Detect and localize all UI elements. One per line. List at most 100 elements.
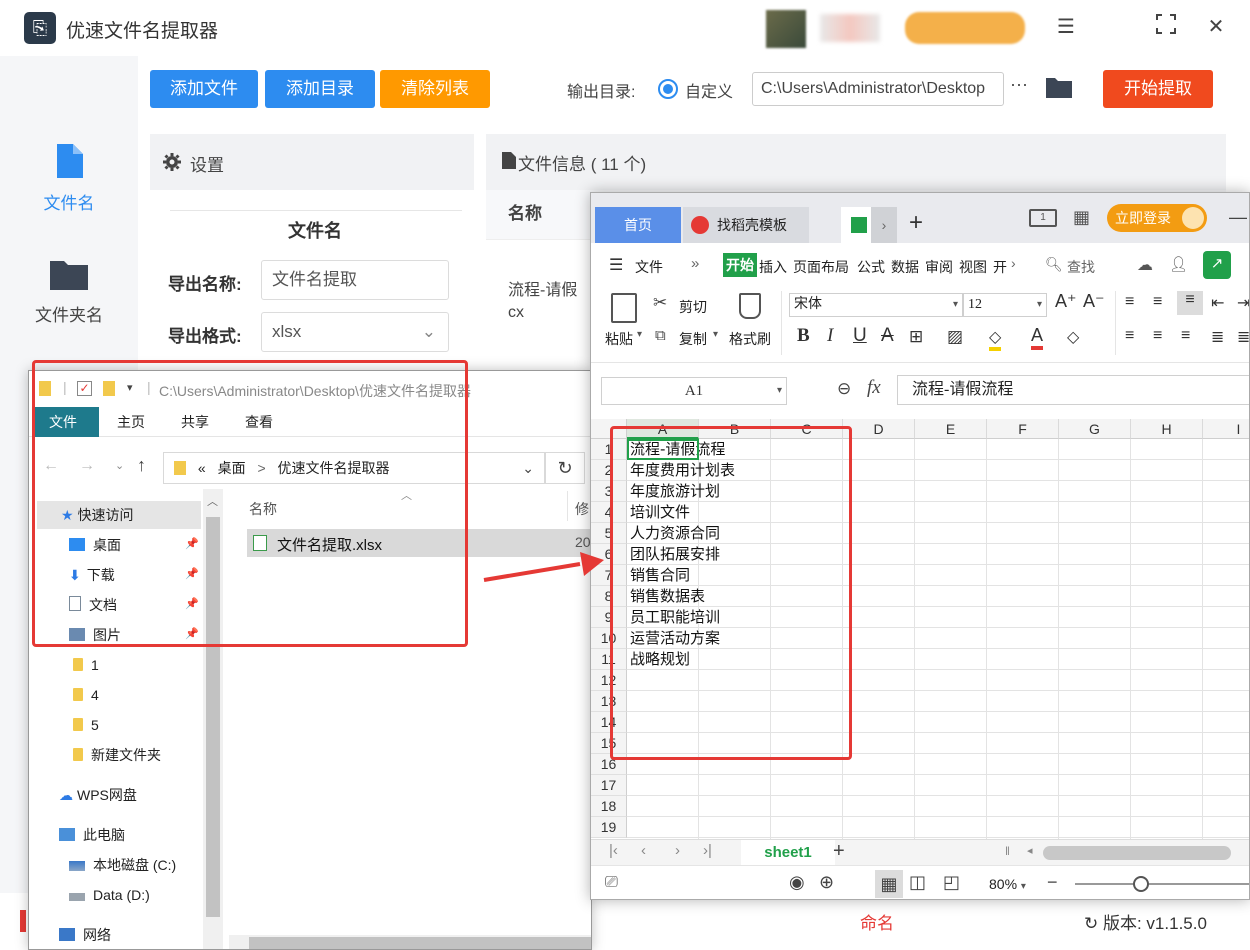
- cloud-sync-icon[interactable]: ☁: [1137, 255, 1153, 275]
- clear-list-button[interactable]: 清除列表: [380, 70, 490, 108]
- align-bottom-icon[interactable]: ≡: [1177, 291, 1203, 315]
- column-header[interactable]: G: [1059, 419, 1131, 439]
- add-sheet-icon[interactable]: +: [833, 840, 845, 863]
- row-header[interactable]: 19: [591, 817, 627, 838]
- next-sheet-icon[interactable]: ›: [675, 842, 680, 859]
- nav-item-drive-c[interactable]: 本地磁盘 (C:): [69, 851, 176, 879]
- underline-icon[interactable]: U: [853, 325, 867, 347]
- zoom-slider-handle[interactable]: [1133, 876, 1149, 892]
- eye-protection-icon[interactable]: ◉: [789, 872, 805, 893]
- menu-file[interactable]: 文件: [635, 257, 663, 277]
- format-painter-button[interactable]: 格式刷: [729, 329, 771, 349]
- macro-icon[interactable]: ⎚: [605, 874, 618, 892]
- close-icon[interactable]: ✕: [1204, 14, 1228, 39]
- custom-radio[interactable]: [658, 79, 678, 99]
- tab-spreadsheet[interactable]: [841, 207, 871, 243]
- align-center-icon[interactable]: ≡: [1153, 327, 1162, 345]
- search-icon[interactable]: 🔍︎: [1045, 256, 1063, 273]
- column-header[interactable]: I: [1203, 419, 1249, 439]
- browse-more-button[interactable]: ···: [1010, 74, 1028, 95]
- cell-a18[interactable]: [629, 796, 630, 817]
- chevron-down-icon[interactable]: ▾: [713, 329, 718, 340]
- custom-radio-label[interactable]: 自定义: [685, 78, 733, 102]
- export-name-input[interactable]: 文件名提取: [261, 260, 449, 300]
- justify-icon[interactable]: ≣: [1211, 327, 1224, 347]
- distributed-icon[interactable]: ≣: [1237, 327, 1249, 347]
- last-sheet-icon[interactable]: ›|: [703, 842, 712, 859]
- align-top-icon[interactable]: ≡: [1125, 293, 1134, 311]
- file-h-scrollbar[interactable]: [229, 935, 591, 949]
- menu-more[interactable]: 开: [993, 257, 1007, 277]
- function-icon[interactable]: fx: [867, 377, 881, 399]
- increase-font-icon[interactable]: A⁺: [1055, 291, 1077, 312]
- font-size-select[interactable]: 12 ▾: [963, 293, 1047, 317]
- column-header[interactable]: D: [843, 419, 915, 439]
- zoom-slider[interactable]: [1075, 883, 1249, 885]
- copy-icon[interactable]: ⧉: [655, 327, 666, 344]
- apps-grid-icon[interactable]: ▦: [1073, 207, 1090, 228]
- increase-indent-icon[interactable]: ⇥: [1237, 293, 1249, 313]
- open-folder-icon[interactable]: [1046, 76, 1072, 101]
- strikethrough-icon[interactable]: A: [881, 325, 894, 347]
- add-file-button[interactable]: 添加文件: [150, 70, 258, 108]
- reading-mode-icon[interactable]: 1: [1029, 209, 1057, 227]
- search-label[interactable]: 查找: [1067, 257, 1095, 277]
- column-header-modified[interactable]: 修: [575, 499, 589, 519]
- nav-item-network[interactable]: 网络: [59, 921, 111, 949]
- nav-item-this-pc[interactable]: 此电脑: [59, 821, 125, 849]
- normal-view-icon[interactable]: ▦: [875, 870, 903, 898]
- menu-insert[interactable]: 插入: [759, 257, 787, 277]
- cut-button[interactable]: 剪切: [679, 297, 707, 317]
- split-handle-icon[interactable]: ‖: [1005, 844, 1010, 858]
- sheet-tab-sheet1[interactable]: sheet1: [741, 840, 835, 866]
- align-right-icon[interactable]: ≡: [1181, 327, 1190, 345]
- menu-review[interactable]: 审阅: [925, 257, 953, 277]
- scroll-left-icon[interactable]: ◂: [1027, 844, 1033, 857]
- refresh-icon[interactable]: ↻: [545, 452, 585, 484]
- minimize-icon[interactable]: —: [1229, 207, 1247, 228]
- nav-item-new-folder[interactable]: 新建文件夹: [73, 741, 161, 769]
- menu-data[interactable]: 数据: [891, 257, 919, 277]
- nav-item-drive-d[interactable]: Data (D:): [69, 881, 150, 909]
- start-extract-button[interactable]: 开始提取: [1103, 70, 1213, 108]
- chevron-down-icon[interactable]: ▾: [637, 329, 642, 340]
- paste-icon[interactable]: [611, 293, 637, 323]
- nav-item-wps-drive[interactable]: ☁ WPS网盘: [59, 781, 137, 809]
- export-format-select[interactable]: xlsx ⌄: [261, 312, 449, 352]
- fill-color-icon[interactable]: ◇: [989, 327, 1002, 351]
- share-icon[interactable]: ↗: [1203, 251, 1231, 279]
- column-header[interactable]: H: [1131, 419, 1203, 439]
- align-left-icon[interactable]: ≡: [1125, 327, 1134, 345]
- column-header[interactable]: E: [915, 419, 987, 439]
- menu-view[interactable]: 视图: [959, 257, 987, 277]
- formula-input[interactable]: 流程-请假流程: [897, 375, 1249, 405]
- file-h-scrollbar-thumb[interactable]: [249, 937, 591, 949]
- chevron-down-icon[interactable]: ⌄: [522, 453, 534, 483]
- tab-scroll-right-icon[interactable]: ›: [871, 207, 897, 243]
- copy-button[interactable]: 复制: [679, 329, 707, 349]
- add-directory-button[interactable]: 添加目录: [265, 70, 375, 108]
- italic-icon[interactable]: I: [827, 325, 833, 347]
- nav-item-folder-1[interactable]: 1: [73, 651, 99, 679]
- cell-a19[interactable]: [629, 817, 630, 838]
- menu-start[interactable]: 开始: [723, 253, 757, 277]
- format-painter-icon[interactable]: [739, 293, 761, 319]
- output-path-input[interactable]: [752, 72, 1004, 106]
- prev-sheet-icon[interactable]: ‹: [641, 842, 646, 859]
- scissors-icon[interactable]: ✂: [653, 293, 667, 313]
- page-break-view-icon[interactable]: ◰: [943, 872, 960, 893]
- first-sheet-icon[interactable]: |‹: [609, 842, 618, 859]
- sidebar-item-filename[interactable]: 文件名: [0, 144, 138, 214]
- row-header[interactable]: 18: [591, 796, 627, 817]
- login-button[interactable]: 立即登录: [1107, 204, 1207, 232]
- fill-pattern-icon[interactable]: ▨: [947, 327, 963, 347]
- eraser-icon[interactable]: ◇: [1067, 327, 1079, 347]
- sidebar-item-foldername[interactable]: 文件夹名: [0, 258, 138, 326]
- cell-a17[interactable]: [629, 775, 630, 796]
- menu-icon[interactable]: ☰: [1054, 14, 1078, 39]
- zoom-level[interactable]: 80% ▾: [989, 876, 1026, 892]
- borders-icon[interactable]: ⊞: [909, 327, 923, 347]
- paste-button[interactable]: 粘贴: [605, 329, 633, 349]
- more-menus-icon[interactable]: »: [691, 255, 699, 272]
- font-color-icon[interactable]: A: [1031, 325, 1044, 350]
